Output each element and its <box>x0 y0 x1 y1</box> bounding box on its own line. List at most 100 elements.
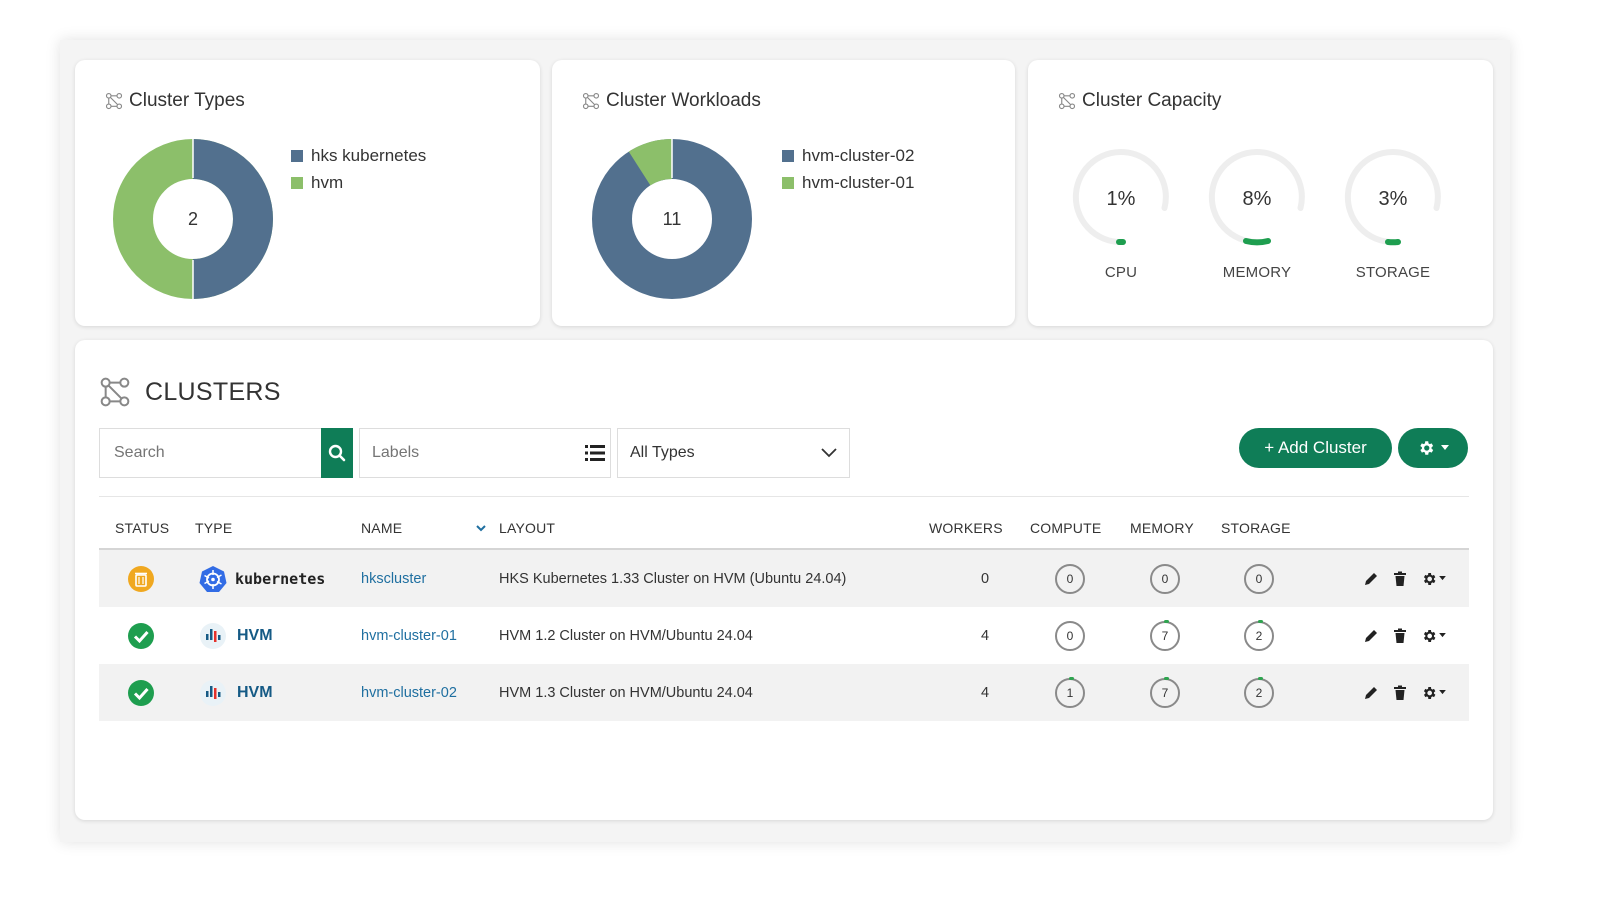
type-cell: kubernetes <box>199 550 325 607</box>
gauge-storage[interactable]: 3% STORAGE <box>1338 142 1448 281</box>
memory-ring[interactable]: 7 <box>1150 676 1180 708</box>
toolbar-divider <box>99 496 1469 497</box>
table-row[interactable]: HVM hvm-cluster-01 HVM 1.2 Cluster on HV… <box>99 607 1469 664</box>
storage-value: 0 <box>1255 571 1263 586</box>
gauge-memory-value: 8% <box>1242 188 1272 210</box>
legend-label: hks kubernetes <box>311 145 427 165</box>
table-row[interactable]: HVM hvm-cluster-02 HVM 1.3 Cluster on HV… <box>99 664 1469 721</box>
col-workers[interactable]: WORKERS <box>929 520 1003 536</box>
type-filter-select[interactable]: All Types <box>617 428 850 478</box>
delete-icon[interactable] <box>1393 685 1407 701</box>
cluster-capacity-title-text: Cluster Capacity <box>1082 90 1222 111</box>
edit-icon[interactable] <box>1363 628 1379 644</box>
cluster-name-link[interactable]: hkscluster <box>361 550 426 607</box>
caret-down-icon <box>1439 576 1446 581</box>
delete-icon[interactable] <box>1393 628 1407 644</box>
legend-item-hvm[interactable]: hvm <box>291 169 426 196</box>
gauge-memory-fill <box>1243 238 1271 246</box>
storage-cell: 0 <box>1244 550 1274 607</box>
storage-ring[interactable]: 2 <box>1244 676 1274 708</box>
gauge-cpu-label: CPU <box>1104 264 1138 281</box>
labels-list-button[interactable] <box>579 429 610 477</box>
memory-usage-tick <box>1164 619 1169 623</box>
storage-usage-tick <box>1258 619 1263 623</box>
storage-ring[interactable]: 0 <box>1244 563 1274 594</box>
add-cluster-button[interactable]: + Add Cluster <box>1239 428 1392 468</box>
compute-cell: 1 <box>1055 664 1085 721</box>
col-type[interactable]: TYPE <box>195 520 232 536</box>
gear-icon <box>1423 629 1436 642</box>
memory-ring[interactable]: 7 <box>1150 619 1180 651</box>
memory-cell: 7 <box>1150 607 1180 664</box>
legend-item-hvm-cluster-02[interactable]: hvm-cluster-02 <box>782 142 914 169</box>
search-button[interactable] <box>321 428 353 478</box>
legend-label: hvm-cluster-02 <box>802 145 915 165</box>
clusters-title: CLUSTERS <box>145 377 281 406</box>
col-layout[interactable]: LAYOUT <box>499 520 555 536</box>
gauge-cpu[interactable]: 1% CPU <box>1066 142 1176 281</box>
status-cell <box>127 607 155 664</box>
row-actions <box>1363 607 1446 664</box>
memory-ring[interactable]: 0 <box>1150 563 1180 594</box>
row-actions <box>1363 550 1446 607</box>
kubernetes-icon <box>199 565 227 592</box>
col-status[interactable]: STATUS <box>115 520 169 536</box>
cluster-icon <box>105 92 123 110</box>
clusters-heading: CLUSTERS <box>99 376 281 408</box>
cluster-name-link[interactable]: hvm-cluster-02 <box>361 664 457 721</box>
delete-icon[interactable] <box>1393 571 1407 587</box>
sort-desc-icon[interactable] <box>476 525 486 532</box>
clusters-icon <box>99 376 131 408</box>
cluster-workloads-total: 11 <box>662 208 682 229</box>
col-compute[interactable]: COMPUTE <box>1030 520 1101 536</box>
hvm-icon <box>200 622 226 649</box>
check-circle-icon <box>128 679 154 706</box>
gauge-storage-label: STORAGE <box>1355 264 1431 281</box>
legend-item-hks-kubernetes[interactable]: hks kubernetes <box>291 142 426 169</box>
cluster-icon <box>582 92 600 110</box>
compute-ring[interactable]: 1 <box>1055 676 1085 708</box>
storage-cell: 2 <box>1244 607 1274 664</box>
dashboard-frame: Cluster Types 2 hks kubernetes hvm Clust… <box>60 40 1510 842</box>
gauge-storage-value: 3% <box>1378 188 1408 210</box>
settings-menu-button[interactable] <box>1398 428 1468 468</box>
status-cell <box>127 664 155 721</box>
caret-down-icon <box>1439 633 1446 638</box>
type-label: kubernetes <box>235 569 326 588</box>
legend-label: hvm-cluster-01 <box>802 172 915 192</box>
table-row[interactable]: kubernetes hkscluster HKS Kubernetes 1.3… <box>99 550 1469 607</box>
row-settings-menu[interactable] <box>1421 571 1446 587</box>
row-settings-menu[interactable] <box>1421 685 1446 701</box>
storage-ring[interactable]: 2 <box>1244 619 1274 651</box>
search-input[interactable] <box>100 429 321 477</box>
edit-icon[interactable] <box>1363 685 1379 701</box>
legend-swatch <box>782 149 794 162</box>
legend-swatch <box>291 149 303 162</box>
compute-ring[interactable]: 0 <box>1055 620 1085 651</box>
clusters-panel: CLUSTERS All Types <box>75 340 1493 820</box>
workers-cell: 0 <box>981 570 990 587</box>
labels-input[interactable] <box>360 444 579 462</box>
type-label: HVM <box>237 626 273 644</box>
compute-cell: 0 <box>1055 550 1085 607</box>
cluster-name-link[interactable]: hvm-cluster-01 <box>361 607 457 664</box>
compute-ring[interactable]: 0 <box>1055 563 1085 594</box>
compute-cell: 0 <box>1055 607 1085 664</box>
legend-item-hvm-cluster-01[interactable]: hvm-cluster-01 <box>782 169 914 196</box>
memory-cell: 7 <box>1150 664 1180 721</box>
col-memory[interactable]: MEMORY <box>1130 520 1194 536</box>
col-storage[interactable]: STORAGE <box>1221 520 1291 536</box>
workers-cell: 4 <box>981 627 990 644</box>
compute-value: 0 <box>1066 571 1074 586</box>
memory-value: 7 <box>1161 628 1169 643</box>
edit-icon[interactable] <box>1363 571 1379 587</box>
cluster-icon <box>1058 92 1076 110</box>
cluster-workloads-title-text: Cluster Workloads <box>606 90 761 111</box>
workers-cell: 4 <box>981 684 990 701</box>
col-name[interactable]: NAME <box>361 520 402 536</box>
row-settings-menu[interactable] <box>1421 628 1446 644</box>
memory-value: 0 <box>1161 571 1169 586</box>
gauge-memory[interactable]: 8% MEMORY <box>1202 142 1312 281</box>
gear-icon <box>1420 441 1434 455</box>
legend-label: hvm <box>311 172 344 192</box>
